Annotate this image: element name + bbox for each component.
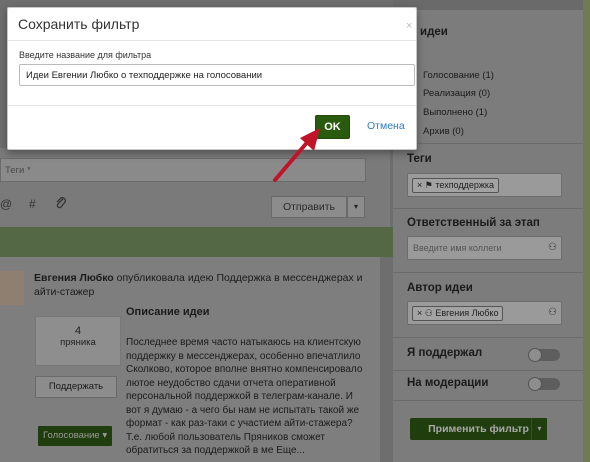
- status-item-done[interactable]: Выполнено (1): [423, 107, 487, 118]
- author-filter-field[interactable]: × ⚇ Евгения Любко ⚇: [407, 301, 562, 325]
- moderation-toggle[interactable]: [528, 377, 560, 391]
- tags-title: Теги: [407, 153, 432, 165]
- cancel-link[interactable]: Отмена: [367, 120, 405, 132]
- tag-chip-label: техподдержка: [435, 180, 495, 190]
- moderation-label: На модерации: [407, 377, 489, 389]
- status-item-archive[interactable]: Архив (0): [423, 126, 464, 137]
- supported-label: Я поддержал: [407, 347, 483, 359]
- filter-name-input[interactable]: [19, 64, 415, 86]
- responsible-input[interactable]: Введите имя коллеги ⚇: [407, 236, 562, 260]
- supported-toggle[interactable]: [528, 348, 560, 362]
- author-chip-label: Евгения Любко: [435, 308, 499, 318]
- save-filter-modal: Сохранить фильтр × Введите название для …: [7, 7, 417, 150]
- feed-divider-bar: [0, 227, 393, 257]
- responsible-placeholder: Введите имя коллеги: [413, 243, 502, 253]
- support-button[interactable]: Поддержать: [35, 376, 117, 398]
- send-button[interactable]: Отправить: [271, 196, 347, 218]
- send-dropdown-caret[interactable]: ▾: [347, 196, 365, 218]
- filter-sidebar: ы идеи Голосование (1) Реализация (0) Вы…: [393, 0, 590, 462]
- apply-section: [393, 400, 583, 401]
- post-body: Последнее время часто натыкаюсь на клиен…: [126, 337, 363, 456]
- post-author[interactable]: Евгения Любко: [34, 272, 114, 284]
- moderation-section: [393, 370, 583, 371]
- tags-placeholder: Теги *: [5, 165, 31, 176]
- avatar[interactable]: [0, 271, 24, 305]
- likes-unit: пряника: [60, 337, 96, 348]
- responsible-title: Ответственный за этап: [407, 217, 540, 229]
- author-chip[interactable]: × ⚇ Евгения Любко: [412, 306, 504, 321]
- sidebar-header-strip: [393, 0, 583, 10]
- modal-header: Сохранить фильтр ×: [8, 8, 416, 41]
- apply-dropdown-caret[interactable]: ▾: [531, 418, 547, 440]
- author-section: [393, 272, 583, 273]
- apply-filter-button[interactable]: Применить фильтр: [410, 418, 547, 440]
- filter-name-label: Введите название для фильтра: [19, 50, 152, 60]
- modal-title: Сохранить фильтр: [18, 16, 140, 32]
- post-header: Евгения Любко опубликовала идею Поддержк…: [34, 271, 374, 299]
- modal-footer-divider: [8, 105, 416, 106]
- likes-count: 4: [74, 325, 82, 337]
- tag-icon: ⚑: [424, 180, 433, 190]
- tags-section: [393, 143, 583, 144]
- supported-section: [393, 337, 583, 338]
- paperclip-icon[interactable]: [54, 196, 68, 213]
- annotation-arrow-icon: [273, 128, 320, 182]
- mention-icon[interactable]: @: [0, 197, 12, 211]
- status-label: Голосование: [43, 430, 100, 441]
- status-item-voting[interactable]: Голосование (1): [423, 70, 494, 81]
- user-icon: ⚇: [548, 242, 557, 253]
- tags-filter-field[interactable]: × ⚑ техподдержка: [407, 173, 562, 197]
- post-heading: Описание идеи: [126, 306, 210, 318]
- filter-panel: ы идеи Голосование (1) Реализация (0) Вы…: [393, 0, 583, 462]
- status-item-implementation[interactable]: Реализация (0): [423, 88, 490, 99]
- hashtag-icon[interactable]: #: [29, 197, 36, 211]
- close-icon[interactable]: ×: [406, 20, 412, 32]
- user-icon: ⚇: [548, 307, 557, 318]
- author-title: Автор идеи: [407, 282, 473, 294]
- tag-chip[interactable]: × ⚑ техподдержка: [412, 178, 500, 193]
- likes-counter: 4 пряника: [35, 316, 121, 366]
- user-icon: ⚇: [424, 308, 433, 318]
- status-dropdown[interactable]: Голосование ▾: [38, 426, 112, 446]
- responsible-section: [393, 208, 583, 209]
